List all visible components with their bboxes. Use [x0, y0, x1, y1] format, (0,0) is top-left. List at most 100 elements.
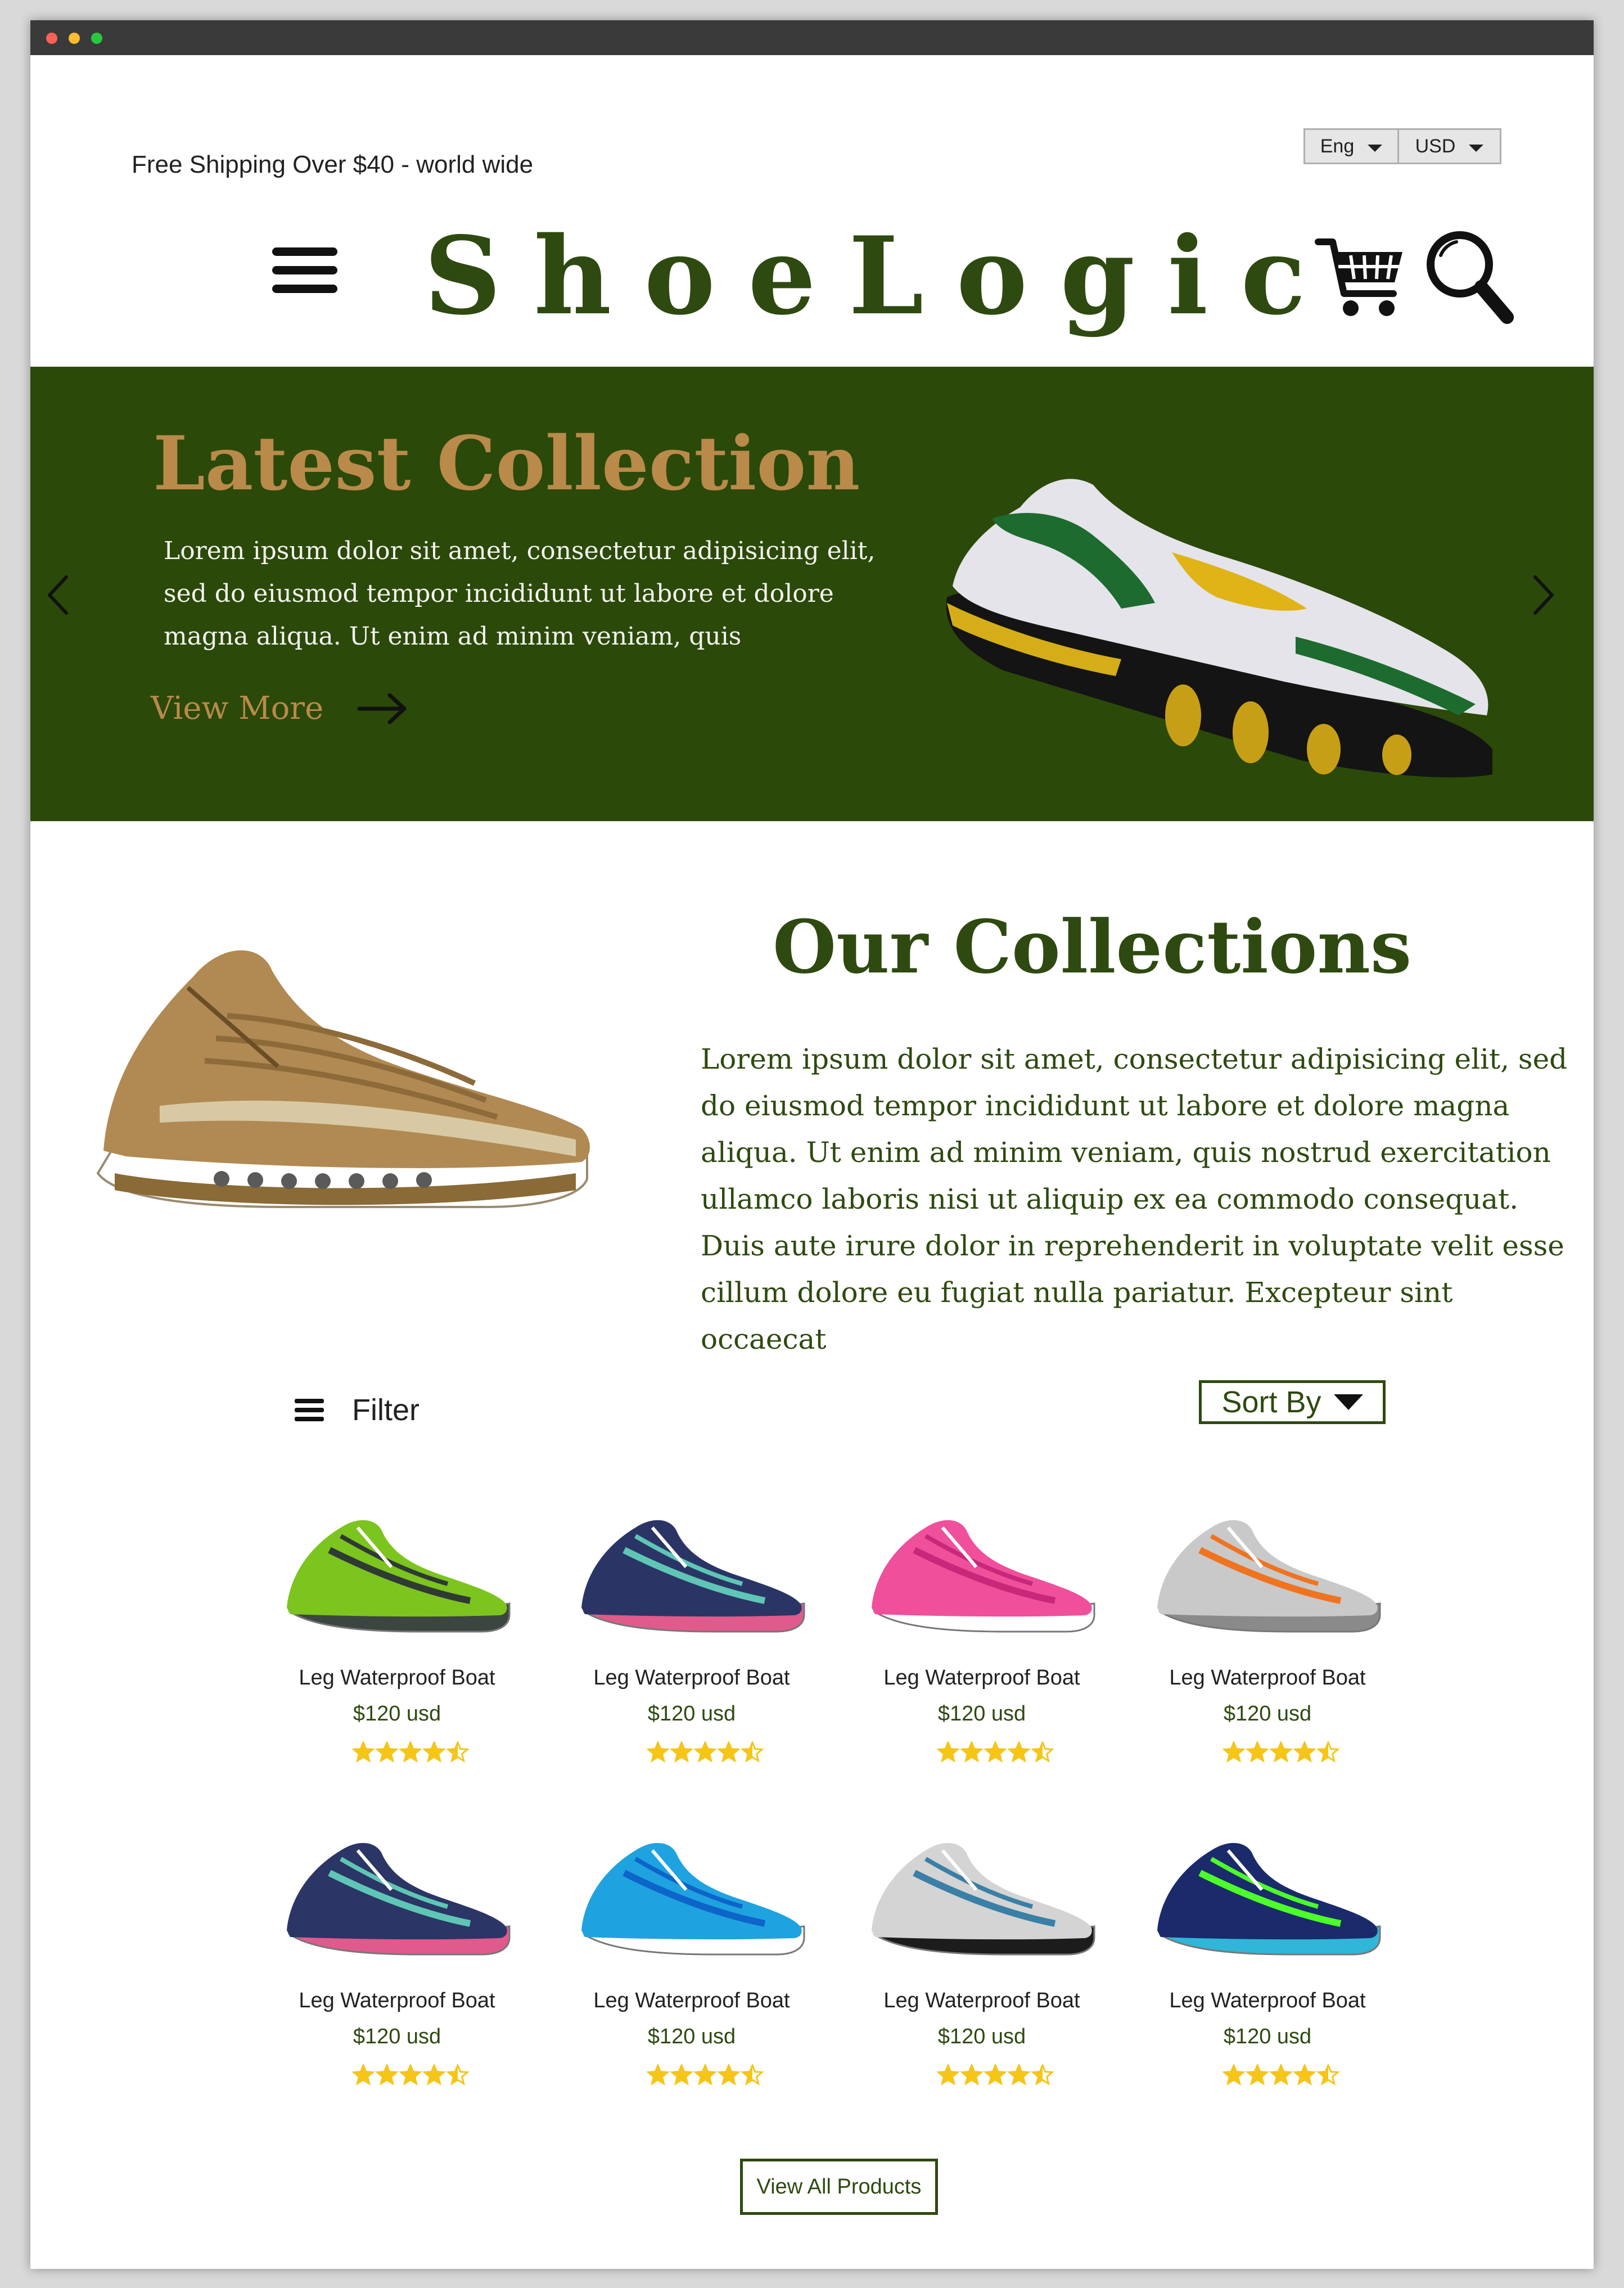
product-name[interactable]: Leg Waterproof Boat	[279, 1666, 515, 1690]
window-titlebar	[30, 20, 1594, 55]
star-icon	[670, 2064, 693, 2086]
hero-title: Latest Collection	[153, 420, 860, 507]
star-icon	[1269, 1741, 1293, 1763]
search-icon[interactable]	[1423, 227, 1515, 331]
hero-description: Lorem ipsum dolor sit amet, consectetur …	[164, 537, 876, 651]
product-price: $120 usd	[647, 2025, 736, 2048]
product-name[interactable]: Leg Waterproof Boat	[864, 1666, 1100, 1690]
star-icon	[375, 1741, 399, 1763]
caret-down-icon	[1333, 1394, 1363, 1410]
star-icon	[1222, 1741, 1246, 1763]
cart-icon[interactable]	[1315, 231, 1408, 324]
product-image[interactable]	[574, 1505, 810, 1651]
star-icon	[1269, 2064, 1293, 2086]
star-icon	[1293, 2064, 1316, 2086]
star-icon	[1316, 2064, 1340, 2086]
star-icon	[446, 2064, 470, 2086]
star-icon	[375, 2064, 399, 2086]
rating-stars	[1222, 2064, 1340, 2086]
star-icon	[741, 2064, 764, 2086]
product-image[interactable]	[279, 1828, 515, 1974]
browser-window: Free Shipping Over $40 - world wide Eng …	[30, 20, 1594, 2269]
hero-shoe-image	[946, 479, 1492, 778]
chevron-down-icon	[1469, 144, 1484, 152]
star-icon	[1246, 2064, 1269, 2086]
star-icon	[1007, 1741, 1031, 1763]
product-image[interactable]	[574, 1828, 810, 1974]
star-icon	[1007, 2064, 1031, 2086]
rating-stars	[647, 2064, 764, 2086]
maximize-window-button[interactable]	[91, 33, 102, 44]
star-icon	[1222, 2064, 1246, 2086]
product-image[interactable]	[1149, 1505, 1386, 1651]
product-name[interactable]: Leg Waterproof Boat	[574, 1989, 810, 2013]
site-logo[interactable]: ShoeLogic	[424, 223, 1306, 330]
product-name[interactable]: Leg Waterproof Boat	[1149, 1666, 1386, 1690]
product-name[interactable]: Leg Waterproof Boat	[574, 1666, 810, 1690]
hero-banner: Latest Collection Lorem ipsum dolor sit …	[30, 367, 1594, 821]
arrow-right-icon	[357, 693, 407, 724]
view-more-link[interactable]: View More	[151, 690, 408, 727]
star-icon	[1246, 1741, 1269, 1763]
product-price: $120 usd	[353, 1702, 441, 1726]
star-icon	[399, 2064, 422, 2086]
filter-button[interactable]: Filter	[295, 1393, 419, 1427]
star-icon	[352, 1741, 375, 1763]
product-image[interactable]	[1149, 1828, 1386, 1974]
star-icon	[937, 2064, 960, 2086]
star-icon	[984, 1741, 1007, 1763]
menu-icon[interactable]	[272, 247, 337, 294]
product-price: $120 usd	[353, 2025, 441, 2048]
product-price: $120 usd	[1223, 1702, 1312, 1726]
star-icon	[352, 2064, 375, 2086]
chevron-down-icon	[1368, 144, 1383, 152]
star-icon	[647, 2064, 670, 2086]
language-value: Eng	[1320, 135, 1355, 157]
product-name[interactable]: Leg Waterproof Boat	[279, 1989, 515, 2013]
rating-stars	[1222, 1741, 1340, 1763]
star-icon	[1293, 1741, 1316, 1763]
rating-stars	[937, 2064, 1054, 2086]
product-image[interactable]	[864, 1505, 1100, 1651]
carousel-next-icon[interactable]	[1530, 573, 1558, 618]
star-icon	[1031, 2064, 1054, 2086]
product-price: $120 usd	[1223, 2025, 1312, 2048]
star-icon	[422, 1741, 446, 1763]
product-price: $120 usd	[937, 2025, 1026, 2048]
rating-stars	[647, 1741, 764, 1763]
star-icon	[647, 1741, 670, 1763]
product-image[interactable]	[279, 1505, 515, 1651]
locale-selectors: Eng USD	[1303, 128, 1501, 166]
close-window-button[interactable]	[46, 33, 57, 44]
product-name[interactable]: Leg Waterproof Boat	[1149, 1989, 1386, 2013]
product-price: $120 usd	[937, 1702, 1026, 1726]
product-price: $120 usd	[647, 1702, 736, 1726]
star-icon	[741, 1741, 764, 1763]
sort-by-label: Sort By	[1221, 1385, 1321, 1419]
minimize-window-button[interactable]	[69, 33, 80, 44]
star-icon	[693, 1741, 717, 1763]
carousel-prev-icon[interactable]	[44, 573, 72, 618]
collections-title: Our Collections	[773, 904, 1412, 990]
shipping-notice: Free Shipping Over $40 - world wide	[132, 151, 534, 178]
product-image[interactable]	[864, 1828, 1100, 1974]
collection-shoe-image	[96, 950, 590, 1208]
currency-value: USD	[1415, 135, 1456, 157]
view-all-products-button[interactable]: View All Products	[740, 2159, 938, 2215]
star-icon	[693, 2064, 717, 2086]
currency-select[interactable]: USD	[1399, 128, 1501, 164]
star-icon	[717, 1741, 741, 1763]
star-icon	[1316, 1741, 1340, 1763]
view-more-label: View More	[151, 690, 324, 727]
star-icon	[422, 2064, 446, 2086]
language-select[interactable]: Eng	[1303, 128, 1399, 164]
star-icon	[670, 1741, 693, 1763]
rating-stars	[352, 1741, 470, 1763]
star-icon	[399, 1741, 422, 1763]
star-icon	[960, 2064, 984, 2086]
sort-by-dropdown[interactable]: Sort By	[1199, 1380, 1386, 1424]
filter-label: Filter	[352, 1393, 419, 1427]
product-name[interactable]: Leg Waterproof Boat	[864, 1989, 1100, 2013]
rating-stars	[937, 1741, 1054, 1763]
star-icon	[984, 2064, 1007, 2086]
